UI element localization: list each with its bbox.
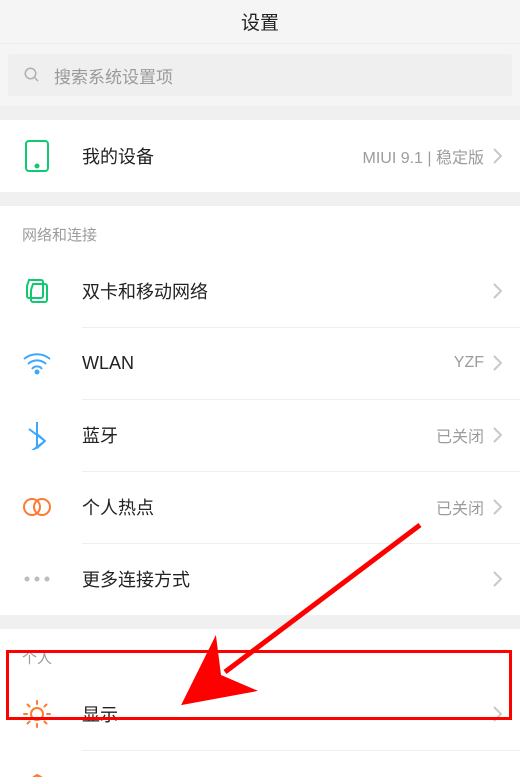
row-more-connections[interactable]: 更多连接方式 xyxy=(0,543,520,615)
row-hotspot[interactable]: 个人热点 已关闭 xyxy=(0,471,520,543)
row-display[interactable]: 显示 xyxy=(0,678,520,750)
row-value: 已关闭 xyxy=(436,423,484,447)
section-gap xyxy=(0,106,520,120)
row-value: MIUI 9.1 | 稳定版 xyxy=(362,144,484,168)
section-network: 网络和连接 双卡和移动网络 WLAN YZF 蓝牙 已关闭 个人热点 已关闭 xyxy=(0,206,520,615)
search-input[interactable]: 搜索系统设置项 xyxy=(8,54,512,96)
page-title: 设置 xyxy=(241,8,279,35)
search-wrap: 搜索系统设置项 xyxy=(0,44,520,106)
row-value: 已关闭 xyxy=(436,495,484,519)
row-bluetooth[interactable]: 蓝牙 已关闭 xyxy=(0,399,520,471)
row-label: 双卡和移动网络 xyxy=(82,278,484,304)
search-icon xyxy=(22,65,42,85)
row-wallpaper[interactable]: 壁纸 xyxy=(0,750,520,777)
chevron-right-icon xyxy=(492,283,502,299)
row-label: 个人热点 xyxy=(82,494,436,520)
wallpaper-icon xyxy=(18,767,56,777)
chevron-right-icon xyxy=(492,148,502,164)
bluetooth-icon xyxy=(18,416,56,454)
brightness-icon xyxy=(18,695,56,733)
section-gap xyxy=(0,615,520,629)
section-header-network: 网络和连接 xyxy=(0,206,520,255)
wifi-icon xyxy=(18,344,56,382)
section-device: 我的设备 MIUI 9.1 | 稳定版 xyxy=(0,120,520,192)
chevron-right-icon xyxy=(492,571,502,587)
row-label: 壁纸 xyxy=(82,773,484,777)
row-value: YZF xyxy=(454,354,484,372)
row-label: 更多连接方式 xyxy=(82,566,484,592)
more-icon xyxy=(18,560,56,598)
search-placeholder: 搜索系统设置项 xyxy=(54,63,173,88)
chevron-right-icon xyxy=(492,355,502,371)
phone-icon xyxy=(18,137,56,175)
page-header: 设置 xyxy=(0,0,520,44)
sim-card-icon xyxy=(18,272,56,310)
chevron-right-icon xyxy=(492,427,502,443)
hotspot-icon xyxy=(18,488,56,526)
row-label: 蓝牙 xyxy=(82,422,436,448)
row-label: 显示 xyxy=(82,701,484,727)
chevron-right-icon xyxy=(492,499,502,515)
row-sim[interactable]: 双卡和移动网络 xyxy=(0,255,520,327)
row-wlan[interactable]: WLAN YZF xyxy=(0,327,520,399)
section-header-personal: 个人 xyxy=(0,629,520,678)
section-personal: 个人 显示 壁纸 xyxy=(0,629,520,777)
section-gap xyxy=(0,192,520,206)
row-label: 我的设备 xyxy=(82,143,362,169)
row-my-device[interactable]: 我的设备 MIUI 9.1 | 稳定版 xyxy=(0,120,520,192)
chevron-right-icon xyxy=(492,706,502,722)
row-label: WLAN xyxy=(82,353,454,374)
